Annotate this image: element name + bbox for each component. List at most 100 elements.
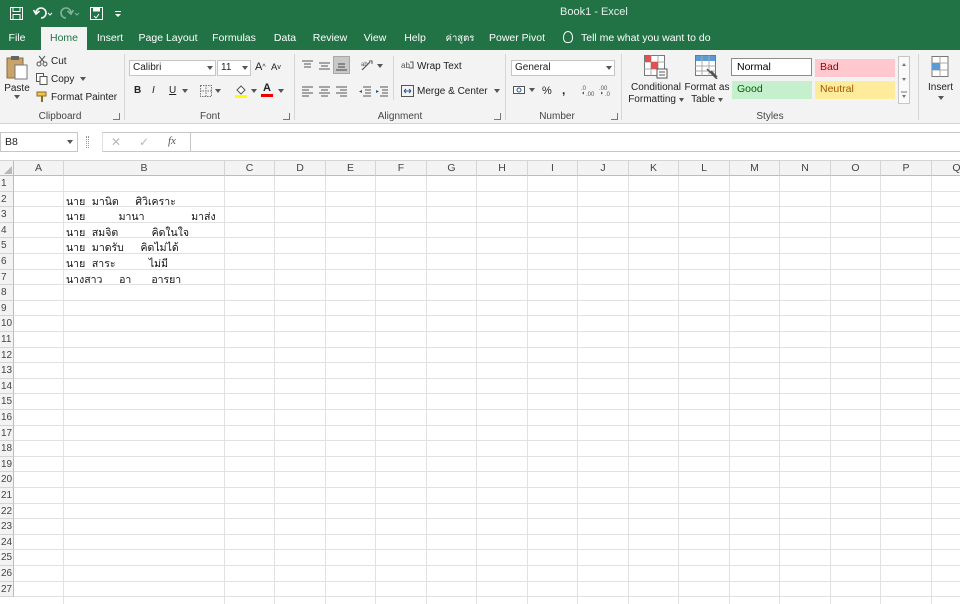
fill-color-button[interactable] xyxy=(234,84,257,98)
row-header-17[interactable]: 17 xyxy=(0,425,14,442)
format-painter-button[interactable]: Format Painter xyxy=(36,91,117,103)
row-header-23[interactable]: 23 xyxy=(0,519,14,535)
select-all-button[interactable] xyxy=(0,161,14,176)
column-header-b[interactable]: B xyxy=(64,161,225,176)
splitter-handle[interactable] xyxy=(86,136,89,148)
grow-font-button[interactable]: A ^ xyxy=(255,61,266,73)
insert-dropdown-icon[interactable] xyxy=(938,96,944,100)
row-header-26[interactable]: 26 xyxy=(0,566,14,582)
wrap-text-button[interactable]: ab Wrap Text xyxy=(401,60,462,72)
cut-button[interactable]: Cut xyxy=(36,55,67,67)
style-bad[interactable]: Bad xyxy=(815,59,895,77)
format-as-table-button[interactable]: Format as Table xyxy=(683,82,731,106)
tab-formulas[interactable]: Formulas xyxy=(209,27,259,50)
column-header-g[interactable]: G xyxy=(427,161,477,176)
cell-b2[interactable]: นาย มานิต ศิวิเคราะ xyxy=(66,193,176,210)
row-header-14[interactable]: 14 xyxy=(0,378,14,395)
align-left-button[interactable] xyxy=(301,85,314,97)
align-bottom-button[interactable] xyxy=(333,56,350,74)
column-header-n[interactable]: N xyxy=(780,161,831,176)
tab-page-layout[interactable]: Page Layout xyxy=(138,27,198,50)
column-header-e[interactable]: E xyxy=(326,161,376,176)
column-header-q[interactable]: Q xyxy=(932,161,960,176)
comma-button[interactable]: , xyxy=(562,83,565,97)
percent-button[interactable]: % xyxy=(542,85,552,97)
row-header-20[interactable]: 20 xyxy=(0,472,14,488)
cell-b4[interactable]: นาย สมจิต คิดในใจ xyxy=(66,224,189,241)
tab-power-pivot[interactable]: Power Pivot xyxy=(487,27,547,50)
alignment-launcher-icon[interactable] xyxy=(494,113,501,120)
customize-icon[interactable] xyxy=(108,4,128,23)
row-header-18[interactable]: 18 xyxy=(0,441,14,457)
cancel-icon[interactable]: ✕ xyxy=(111,135,121,149)
underline-dropdown-icon[interactable] xyxy=(182,89,188,93)
decrease-decimal-button[interactable]: .00.0 xyxy=(599,84,613,97)
underline-button[interactable]: U xyxy=(169,85,176,96)
column-header-j[interactable]: J xyxy=(578,161,629,176)
row-header-25[interactable]: 25 xyxy=(0,550,14,566)
row-header-19[interactable]: 19 xyxy=(0,456,14,473)
orientation-button[interactable]: ab xyxy=(360,59,383,72)
column-header-o[interactable]: O xyxy=(831,161,881,176)
formula-input[interactable] xyxy=(190,132,960,152)
font-name-combo[interactable]: Calibri xyxy=(129,60,216,76)
font-color-button[interactable]: A xyxy=(261,83,273,97)
row-header-16[interactable]: 16 xyxy=(0,410,14,426)
column-header-c[interactable]: C xyxy=(225,161,275,176)
bold-button[interactable]: B xyxy=(134,85,141,96)
cell-b7[interactable]: นางสาว อา อารยา xyxy=(66,271,181,288)
row-header-5[interactable]: 5 xyxy=(0,238,14,254)
conditional-formatting-button[interactable]: Conditional Formatting xyxy=(626,82,686,106)
column-header-l[interactable]: L xyxy=(679,161,730,176)
touch-mode-icon[interactable] xyxy=(86,4,106,23)
cell-b5[interactable]: นาย มาดรับ คิดไม่ได้ xyxy=(66,239,179,256)
cell-b3[interactable]: นาย มานา มาส่ง xyxy=(66,208,216,225)
tab-file[interactable]: File xyxy=(0,27,34,50)
align-center-button[interactable] xyxy=(318,85,331,97)
increase-decimal-button[interactable]: .0.00 xyxy=(581,84,595,97)
row-header-11[interactable]: 11 xyxy=(0,332,14,348)
row-header-3[interactable]: 3 xyxy=(0,207,14,223)
row-header-2[interactable]: 2 xyxy=(0,191,14,208)
row-header-9[interactable]: 9 xyxy=(0,300,14,317)
row-header-12[interactable]: 12 xyxy=(0,347,14,364)
decrease-indent-button[interactable] xyxy=(358,85,372,97)
italic-button[interactable]: I xyxy=(152,85,155,96)
row-header-24[interactable]: 24 xyxy=(0,534,14,551)
tab-data[interactable]: Data xyxy=(270,27,300,50)
name-box[interactable]: B8 xyxy=(0,132,78,152)
style-normal[interactable]: Normal xyxy=(731,58,812,76)
row-header-8[interactable]: 8 xyxy=(0,285,14,301)
paste-label[interactable]: Paste xyxy=(4,83,30,94)
row-header-7[interactable]: 7 xyxy=(0,269,14,286)
style-good[interactable]: Good xyxy=(732,81,812,99)
accounting-format-button[interactable] xyxy=(513,84,535,96)
row-header-27[interactable]: 27 xyxy=(0,581,14,598)
tab-review[interactable]: Review xyxy=(310,27,350,50)
save-icon[interactable] xyxy=(6,4,26,23)
row-header-4[interactable]: 4 xyxy=(0,222,14,239)
column-header-i[interactable]: I xyxy=(528,161,578,176)
font-color-dropdown-icon[interactable] xyxy=(278,89,284,93)
number-launcher-icon[interactable] xyxy=(611,113,618,120)
clipboard-launcher-icon[interactable] xyxy=(113,113,120,120)
row-header-15[interactable]: 15 xyxy=(0,394,14,410)
tab-thai-formula[interactable]: ค่าสูตร xyxy=(440,27,480,50)
column-header-f[interactable]: F xyxy=(376,161,427,176)
number-format-combo[interactable]: General xyxy=(511,60,615,76)
insert-cells-button[interactable]: Insert xyxy=(928,82,953,93)
font-launcher-icon[interactable] xyxy=(283,113,290,120)
styles-gallery-scroller[interactable] xyxy=(898,56,910,104)
row-header-6[interactable]: 6 xyxy=(0,254,14,270)
row-header-1[interactable]: 1 xyxy=(0,176,14,192)
paste-button[interactable] xyxy=(4,54,30,80)
column-header-p[interactable]: P xyxy=(881,161,932,176)
worksheet-grid[interactable]: A B C D E F G H I J K L M N O P Q 1 2 3 4 5 6 7 8 9 10 11 12 13 14 15 16… xyxy=(0,161,960,604)
align-right-button[interactable] xyxy=(335,85,348,97)
row-header-21[interactable]: 21 xyxy=(0,488,14,504)
align-top-button[interactable] xyxy=(301,60,314,72)
borders-button[interactable] xyxy=(200,85,221,97)
tab-home[interactable]: Home xyxy=(41,27,87,51)
row-header-22[interactable]: 22 xyxy=(0,503,14,520)
shrink-font-button[interactable]: Av xyxy=(271,62,281,73)
